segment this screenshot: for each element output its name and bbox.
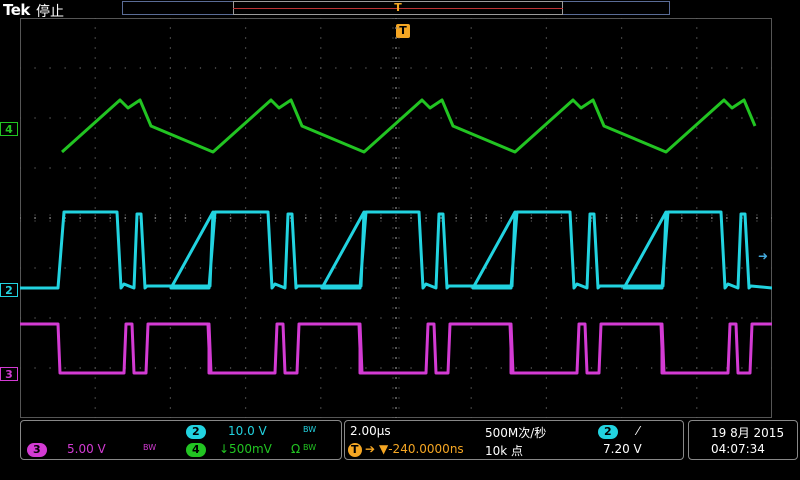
trigger-slope-icon: ⁄ [637, 424, 640, 438]
channel-2-badge[interactable]: 2 [186, 425, 206, 439]
channel-3-marker[interactable]: 3 [0, 367, 18, 381]
status-bar: 2 10.0 V BW 3 5.00 V BW 4 ↓500mV Ω BW 2.… [0, 418, 800, 480]
trigger-position-top-icon: T [394, 1, 402, 14]
brand-logo: Tek [3, 1, 30, 19]
channel-4-badge[interactable]: 4 [186, 443, 206, 457]
channel-2-volts: 10.0 V [228, 424, 267, 438]
trigger-offset: ▼-240.0000ns [379, 442, 464, 456]
record-length: 10k 点 [485, 444, 524, 458]
top-bar: Tek 停止 T [0, 0, 800, 20]
channel-4-trace [60, 98, 757, 154]
timebase: 2.00μs [350, 424, 391, 438]
scope-display[interactable] [20, 18, 772, 418]
channel-3-volts: 5.00 V [67, 442, 106, 456]
channel-2-marker[interactable]: 2 [0, 283, 18, 297]
time: 04:07:34 [711, 442, 765, 456]
channel-3-bw-icon: BW [143, 443, 157, 452]
date: 19 8月 2015 [711, 426, 785, 440]
trigger-level: 7.20 V [603, 442, 642, 456]
vertical-readout-box[interactable]: 2 10.0 V BW 3 5.00 V BW 4 ↓500mV Ω BW [20, 420, 342, 460]
channel-4-ohm-icon: Ω [291, 442, 301, 456]
channel-4-marker[interactable]: 4 [0, 122, 18, 136]
channel-2-trace [20, 210, 772, 290]
channel-4-bw-icon: BW [303, 443, 317, 452]
channel-4-volts: ↓500mV [219, 442, 272, 456]
trigger-offset-icon: T [348, 443, 362, 457]
channel-2-bw-icon: BW [303, 425, 317, 434]
trigger-level-arrow-icon[interactable]: ➜ [758, 249, 768, 263]
sample-rate: 500M次/秒 [485, 426, 547, 440]
datetime-box[interactable]: 19 8月 2015 04:07:34 [688, 420, 798, 460]
horizontal-readout-box[interactable]: 2.00μs 500M次/秒 2 ⁄ T ➔ ▼-240.0000ns 10k … [344, 420, 684, 460]
trigger-source-badge[interactable]: 2 [598, 425, 618, 439]
channel-3-badge[interactable]: 3 [27, 443, 47, 457]
trigger-offset-arrow-icon: ➔ [365, 442, 376, 456]
